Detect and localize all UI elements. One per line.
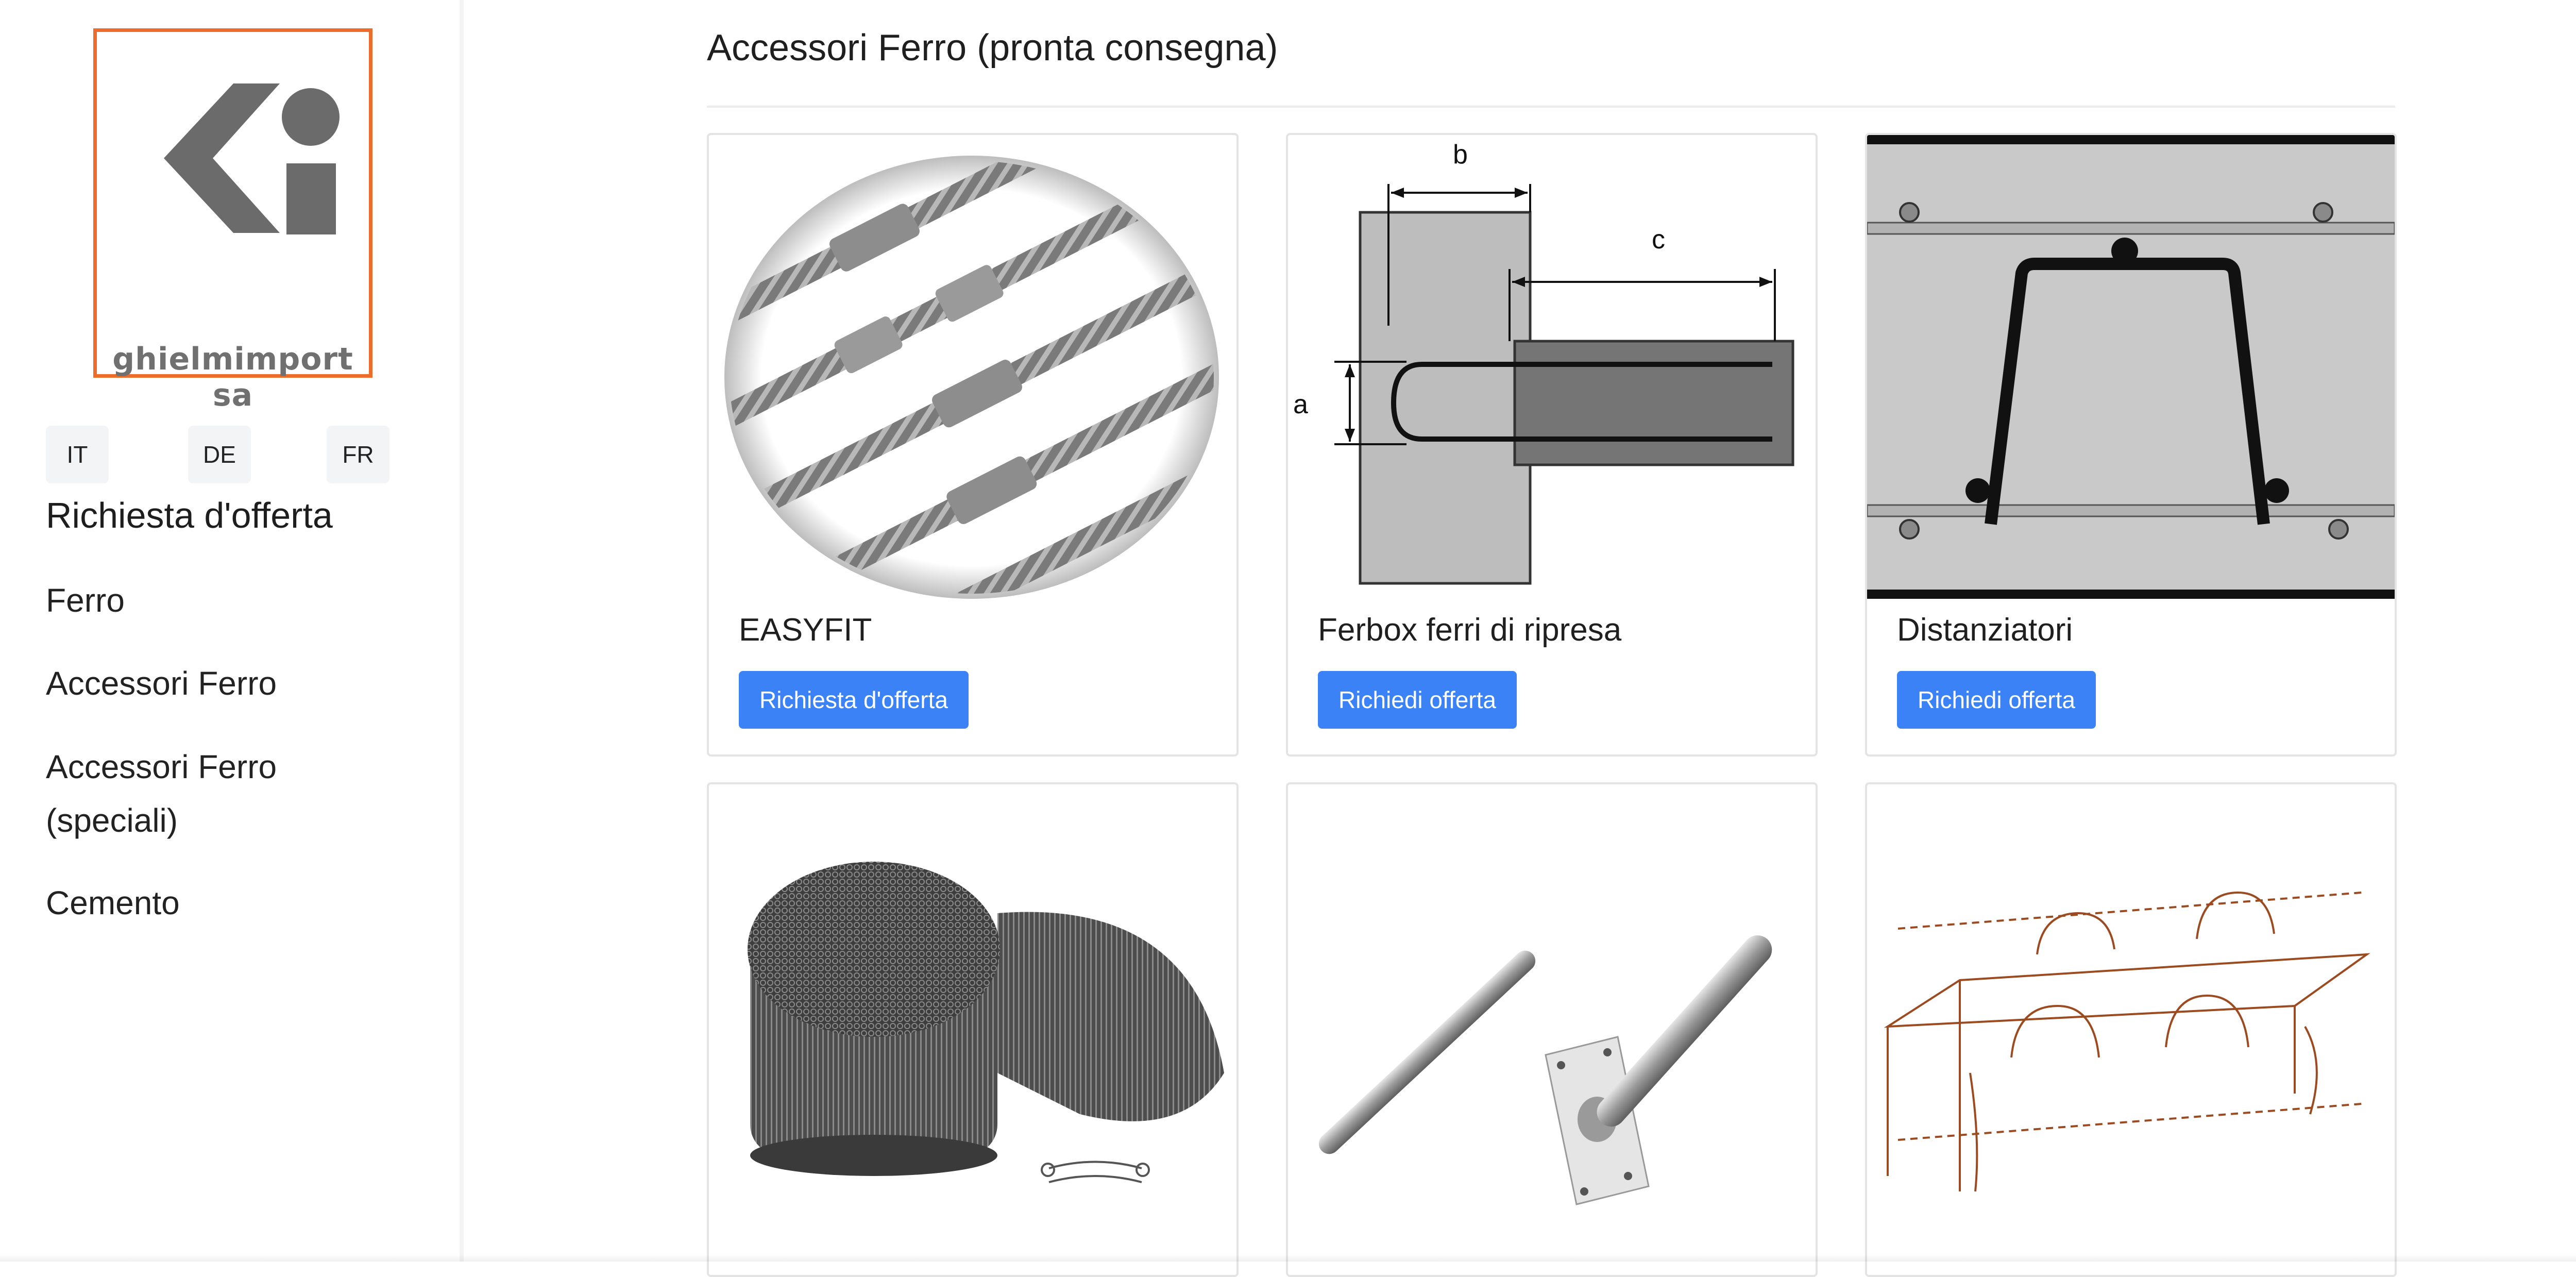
product-title: EASYFIT xyxy=(739,612,872,648)
dim-a-label: a xyxy=(1293,390,1308,419)
request-offer-button[interactable]: Richiedi offerta xyxy=(1318,671,1517,729)
formwork-sketch-image xyxy=(1867,784,2395,1248)
lang-it-button[interactable]: IT xyxy=(46,426,109,483)
sidebar-item-accessori-ferro[interactable]: Accessori Ferro xyxy=(46,657,406,710)
product-card-ferbox[interactable]: b c a Ferbox ferri di ripresa Richiedi o… xyxy=(1286,133,1818,757)
sidebar-item-accessori-ferro-speciali[interactable]: Accessori Ferro (speciali) xyxy=(46,740,406,847)
sidebar-title: Richiesta d'offerta xyxy=(46,495,333,535)
product-card-dowel-bars[interactable] xyxy=(1286,782,1818,1277)
sidebar: ghielmimport sa IT DE FR Richiesta d'off… xyxy=(0,0,464,1262)
request-offer-button[interactable]: Richiedi offerta xyxy=(1897,671,2096,729)
product-card-easyfit[interactable]: EASYFIT Richiesta d'offerta xyxy=(707,133,1239,757)
product-card-distanziatori[interactable]: Distanziatori Richiedi offerta xyxy=(1865,133,2397,757)
sidebar-item-ferro[interactable]: Ferro xyxy=(46,574,406,627)
rebar-couplers-image xyxy=(709,135,1236,599)
product-card-tie-wire[interactable] xyxy=(707,782,1239,1277)
spacer-diagram-image xyxy=(1867,135,2395,599)
page-title: Accessori Ferro (pronta consegna) xyxy=(707,27,1278,69)
dim-c-label: c xyxy=(1652,225,1665,255)
tie-wire-coil-image xyxy=(709,784,1236,1248)
lang-fr-button[interactable]: FR xyxy=(327,426,389,483)
sidebar-item-cemento[interactable]: Cemento xyxy=(46,876,406,930)
product-card-formwork[interactable] xyxy=(1865,782,2397,1277)
request-offer-button[interactable]: Richiesta d'offerta xyxy=(739,671,969,729)
language-switcher: IT DE FR xyxy=(46,426,406,483)
company-logo[interactable]: ghielmimport sa xyxy=(93,28,372,413)
ki-logo-icon xyxy=(164,83,340,234)
logo-text: ghielmimport sa xyxy=(112,341,353,413)
title-divider xyxy=(707,106,2395,108)
dowel-bars-image xyxy=(1288,784,1816,1248)
dim-b-label: b xyxy=(1453,140,1468,170)
product-title: Ferbox ferri di ripresa xyxy=(1318,612,1622,648)
bottom-edge-shadow xyxy=(0,1254,2576,1262)
product-title: Distanziatori xyxy=(1897,612,2073,648)
ferbox-diagram-image: b c a xyxy=(1288,135,1816,599)
lang-de-button[interactable]: DE xyxy=(188,426,251,483)
